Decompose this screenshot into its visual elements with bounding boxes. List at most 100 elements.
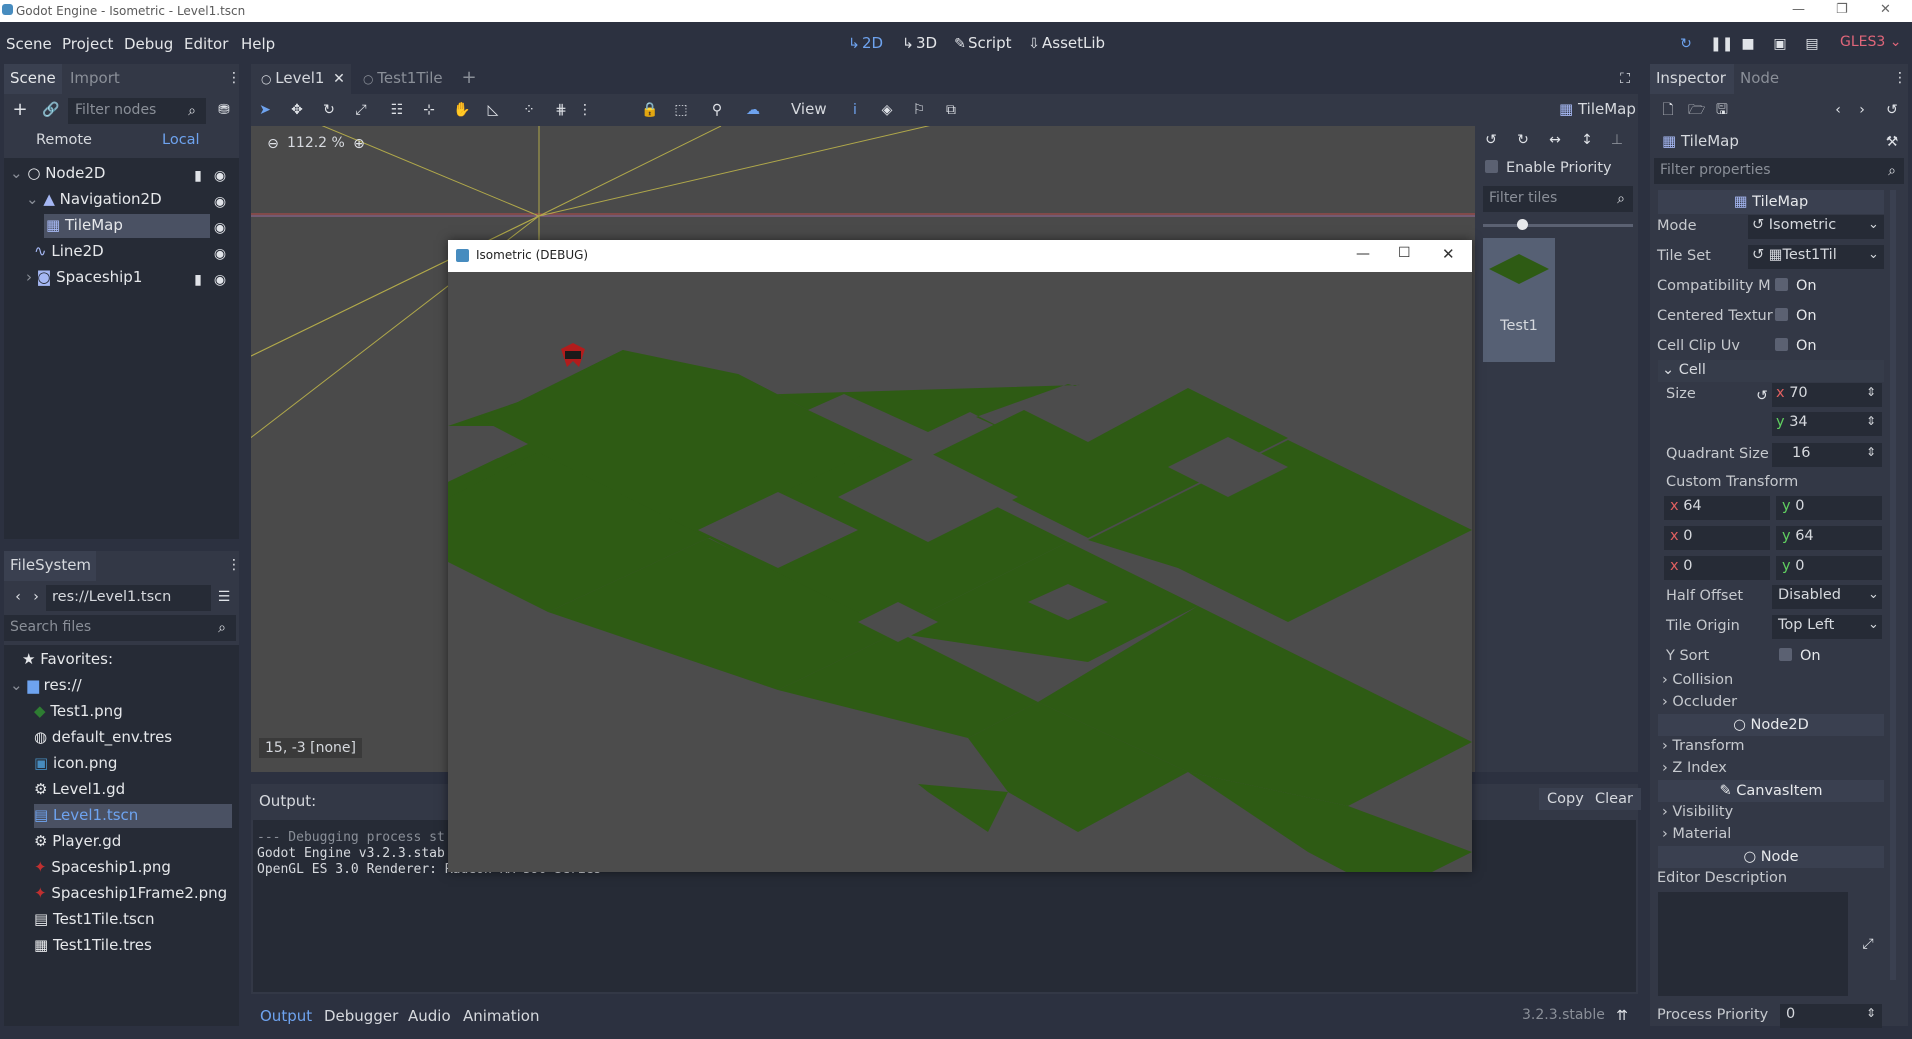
pan-tool-icon[interactable]: ✋: [453, 102, 470, 118]
tab-import[interactable]: Import: [70, 69, 120, 87]
camera-icon[interactable]: ☁: [745, 102, 761, 118]
tileset-resource[interactable]: ↺ ▦Test1Til ⌄: [1748, 245, 1884, 269]
ct-xx[interactable]: x 64: [1664, 496, 1770, 520]
rotate-tool-icon[interactable]: ↻: [321, 102, 337, 118]
menu-scene[interactable]: Scene: [6, 35, 52, 53]
compat-checkbox[interactable]: On: [1775, 278, 1817, 294]
file-item[interactable]: ▦ Test1Tile.tres: [34, 936, 152, 962]
move-tool-icon[interactable]: ✥: [289, 102, 305, 118]
menu-project[interactable]: Project: [62, 35, 113, 53]
visibility-section[interactable]: › Visibility: [1662, 804, 1733, 820]
visibility-eye-icon[interactable]: ◉: [212, 194, 228, 210]
tree-node-navigation2d[interactable]: ⌄ ▲ Navigation2D: [26, 190, 162, 216]
split-mode-icon[interactable]: ☰: [216, 589, 232, 605]
reload-icon[interactable]: ↻: [1678, 34, 1694, 52]
history-icon[interactable]: ↺: [1884, 102, 1900, 118]
menu-debug[interactable]: Debug: [124, 35, 173, 53]
debug-game-window[interactable]: Isometric (DEBUG) — ☐ ✕: [448, 240, 1472, 872]
file-item[interactable]: ▣ icon.png: [34, 754, 117, 780]
quadrant-field[interactable]: 16 ⇕: [1772, 443, 1882, 467]
expand-panel-icon[interactable]: ⇈: [1614, 1008, 1630, 1024]
new-resource-icon[interactable]: 🗋: [1660, 102, 1676, 118]
ysort-checkbox[interactable]: On: [1779, 648, 1821, 664]
bone-icon[interactable]: ⚲: [709, 102, 725, 118]
script-attached-icon[interactable]: ▮: [190, 168, 206, 184]
bottom-tab-debugger[interactable]: Debugger: [324, 1007, 398, 1025]
snap-icon[interactable]: ⁘: [521, 102, 537, 118]
back-icon[interactable]: ‹: [10, 589, 26, 605]
copy-tool-icon[interactable]: ⧉: [943, 102, 959, 118]
play-custom-icon[interactable]: ▤: [1804, 34, 1820, 52]
clear-button[interactable]: Clear: [1587, 788, 1641, 810]
search-files-input[interactable]: Search files ⌕: [4, 615, 236, 641]
view-menu[interactable]: View: [791, 100, 827, 118]
file-item[interactable]: ⚙ Level1.gd: [34, 780, 125, 806]
inspector-scrollbar[interactable]: [1890, 190, 1896, 980]
tree-node-spaceship1[interactable]: › ◙ Spaceship1: [26, 268, 142, 294]
forward-icon[interactable]: ›: [28, 589, 44, 605]
local-tab[interactable]: Local: [162, 132, 200, 148]
close-tab-icon[interactable]: ✕: [331, 71, 347, 87]
half-offset-dropdown[interactable]: Disabled ⌄: [1772, 585, 1882, 609]
menu-editor[interactable]: Editor: [184, 35, 228, 53]
rotate-left-icon[interactable]: ↺: [1483, 132, 1499, 148]
inspected-object[interactable]: ▦ TileMap: [1662, 132, 1739, 150]
ruler-tool-icon[interactable]: ◺: [485, 102, 501, 118]
copy-button[interactable]: Copy: [1539, 788, 1592, 810]
ct-oy[interactable]: y 0: [1776, 556, 1882, 580]
scene-tab-test1tile[interactable]: ○ Test1Tile: [363, 69, 443, 87]
restore-icon[interactable]: ❐: [1836, 2, 1848, 17]
rotate-right-icon[interactable]: ↻: [1515, 132, 1531, 148]
stop-icon[interactable]: ■: [1740, 34, 1756, 52]
bottom-tab-audio[interactable]: Audio: [408, 1007, 451, 1025]
mode-dropdown[interactable]: ↺ Isometric ⌄: [1748, 215, 1884, 239]
link-icon[interactable]: 🔗: [42, 102, 59, 118]
dock-menu-icon[interactable]: ⋮: [1892, 70, 1908, 86]
new-tab-icon[interactable]: +: [461, 69, 477, 87]
select-tool-icon[interactable]: ➤: [257, 102, 273, 118]
menu-help[interactable]: Help: [241, 35, 275, 53]
lock-icon[interactable]: 🔒: [641, 102, 658, 118]
flip-horizontal-icon[interactable]: ↔: [1547, 132, 1563, 148]
info-icon[interactable]: i: [847, 102, 863, 118]
res-root[interactable]: ⌄ ▆ res://: [10, 676, 82, 702]
file-item[interactable]: ✦ Spaceship1Frame2.png: [34, 884, 227, 910]
workspace-2d[interactable]: ↳ 2D: [846, 34, 883, 52]
expand-icon[interactable]: ⤢: [1860, 936, 1876, 952]
maximize-icon[interactable]: ☐: [1398, 245, 1411, 261]
bottom-tab-output[interactable]: Output: [260, 1007, 312, 1025]
tab-node[interactable]: Node: [1740, 69, 1779, 87]
tile-origin-dropdown[interactable]: Top Left ⌄: [1772, 615, 1882, 639]
distraction-free-icon[interactable]: ⛶: [1617, 71, 1633, 87]
object-tools-icon[interactable]: ⚒: [1884, 134, 1900, 150]
visibility-eye-icon[interactable]: ◉: [212, 272, 228, 288]
process-priority-field[interactable]: 0 ⇕: [1780, 1004, 1882, 1028]
file-item[interactable]: ✦ Spaceship1.png: [34, 858, 171, 884]
history-back-icon[interactable]: ‹: [1830, 102, 1846, 118]
file-item[interactable]: ◍ default_env.tres: [34, 728, 172, 754]
path-field[interactable]: res://Level1.tscn: [46, 585, 211, 611]
workspace-assetlib[interactable]: ⇩ AssetLib: [1026, 34, 1105, 52]
file-item[interactable]: ▤ Test1Tile.tscn: [34, 910, 155, 936]
centered-checkbox[interactable]: On: [1775, 308, 1817, 324]
zindex-section[interactable]: › Z Index: [1662, 760, 1727, 776]
file-item-selected[interactable]: ▤ Level1.tscn: [34, 806, 138, 832]
renderer-select[interactable]: GLES3 ⌄: [1840, 34, 1901, 50]
clipuv-checkbox[interactable]: On: [1775, 338, 1817, 354]
visibility-eye-icon[interactable]: ◉: [212, 168, 228, 184]
filter-tiles-input[interactable]: Filter tiles ⌕: [1483, 186, 1633, 212]
slider-grabber[interactable]: [1517, 219, 1528, 230]
favorites-item[interactable]: ★ Favorites:: [22, 650, 113, 676]
ct-xy[interactable]: y 0: [1776, 496, 1882, 520]
size-y-field[interactable]: y 34 ⇕: [1772, 412, 1882, 436]
minimize-icon[interactable]: —: [1356, 246, 1370, 262]
visibility-eye-icon[interactable]: ◉: [212, 246, 228, 262]
flip-vertical-icon[interactable]: ↕: [1579, 132, 1595, 148]
instance-scene-icon[interactable]: ⛃: [216, 102, 232, 118]
script-attached-icon[interactable]: ▮: [190, 272, 206, 288]
tree-node-tilemap[interactable]: ▦ TileMap: [46, 216, 123, 242]
picker-icon[interactable]: ⚐: [911, 102, 927, 118]
dock-menu-icon[interactable]: ⋮: [226, 70, 242, 86]
group-icon[interactable]: ⬚: [673, 102, 689, 118]
zoom-out-icon[interactable]: ⊖: [265, 136, 281, 152]
